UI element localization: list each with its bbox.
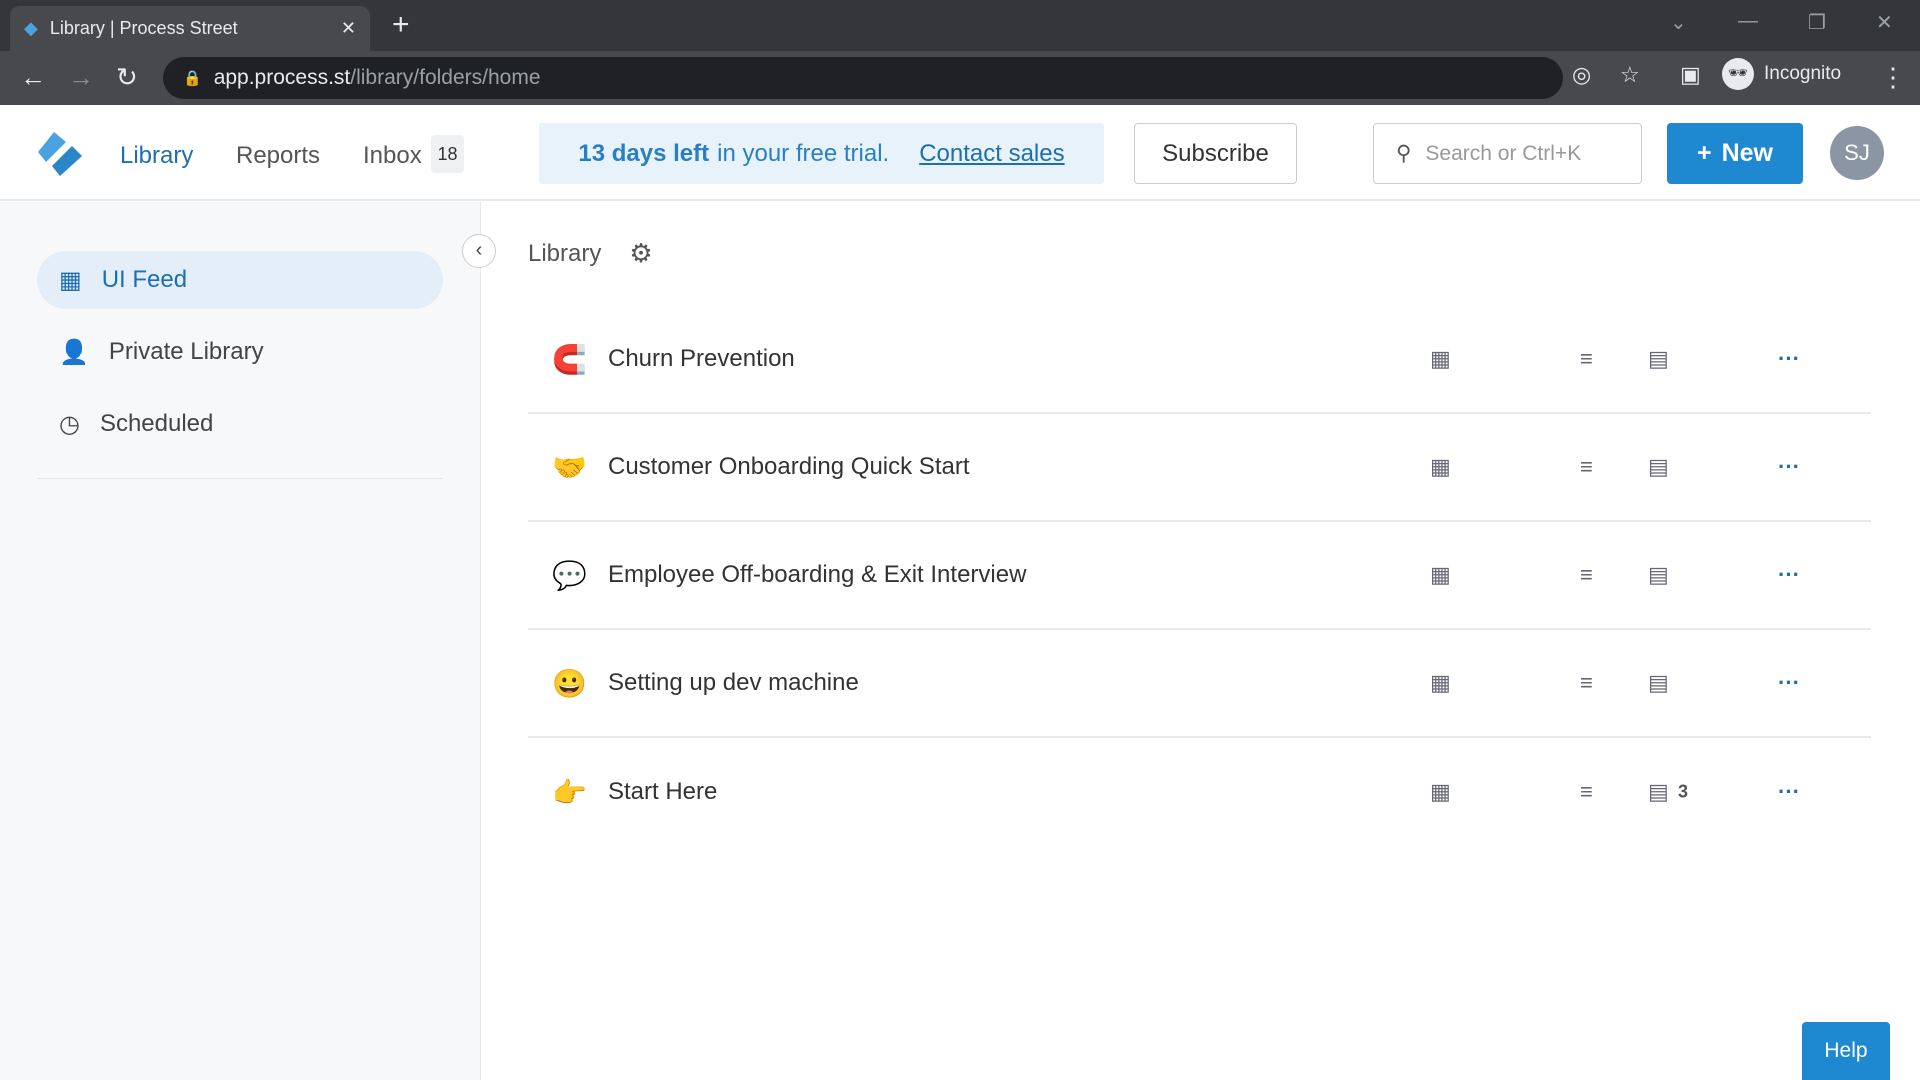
incognito-indicator[interactable]: 🕶 Incognito — [1722, 58, 1841, 90]
more-options-icon[interactable]: ··· — [1778, 670, 1800, 696]
nav-library[interactable]: Library — [120, 142, 193, 170]
close-window-button[interactable]: ✕ — [1876, 10, 1893, 35]
list-item[interactable]: 😀 Setting up dev machine ▦ ≡ ▤ ··· — [528, 630, 1871, 738]
page-title: Library — [528, 239, 602, 267]
table-icon[interactable]: ▤ — [1648, 346, 1669, 372]
star-icon[interactable]: ☆ — [1620, 62, 1640, 88]
more-options-icon[interactable]: ··· — [1778, 454, 1800, 480]
url-path: /library/folders/home — [350, 66, 541, 89]
eye-off-icon[interactable]: ◎ — [1572, 62, 1591, 88]
back-button[interactable]: ← — [20, 62, 46, 93]
list-item[interactable]: 👉 Start Here ▦ ≡ ▤ 3 ··· — [528, 738, 1871, 846]
list-item[interactable]: 🧲 Churn Prevention ▦ ≡ ▤ ··· — [528, 306, 1871, 414]
browser-tab[interactable]: ◆ Library | Process Street ✕ — [10, 6, 370, 51]
inbox-count-badge: 18 — [431, 135, 464, 173]
table-icon[interactable]: ▤ — [1648, 670, 1669, 696]
building-icon: ▦ — [59, 266, 82, 294]
sidebar-item-label: Private Library — [108, 338, 264, 365]
smiley-icon: 😀 — [552, 667, 587, 699]
clock-icon: ◷ — [59, 410, 80, 438]
list-item[interactable]: 🤝 Customer Onboarding Quick Start ▦ ≡ ▤ … — [528, 414, 1871, 522]
incognito-icon: 🕶 — [1722, 58, 1754, 90]
gear-icon[interactable]: ⚙ — [629, 238, 652, 269]
reports-icon[interactable]: ≡ — [1580, 779, 1593, 805]
profile-label: Incognito — [1764, 63, 1842, 84]
plus-icon: + — [1696, 139, 1712, 167]
tab-title: Library | Process Street — [49, 18, 238, 38]
list-item[interactable]: 💬 Employee Off-boarding & Exit Interview… — [528, 522, 1871, 630]
new-label: New — [1721, 139, 1773, 167]
speech-bubble-icon: 💬 — [552, 559, 587, 591]
reports-icon[interactable]: ≡ — [1580, 454, 1593, 480]
url-host: app.process.st — [213, 66, 351, 89]
tab-search-icon[interactable]: ⌄ — [1670, 10, 1687, 35]
url-field[interactable]: 🔒 app.process.st/library/folders/home — [163, 57, 1563, 99]
item-title[interactable]: Churn Prevention — [608, 345, 1871, 373]
process-street-favicon-icon: ◆ — [24, 18, 38, 38]
side-panel-icon[interactable]: ▣ — [1680, 62, 1701, 88]
reload-button[interactable]: ↻ — [116, 62, 138, 93]
table-icon[interactable]: ▤ — [1648, 562, 1669, 588]
reports-icon[interactable]: ≡ — [1580, 562, 1593, 588]
building-icon[interactable]: ▦ — [1430, 454, 1451, 480]
table-icon[interactable]: ▤ — [1648, 779, 1669, 805]
trial-banner: 13 days left in your free trial. Contact… — [539, 123, 1104, 184]
close-tab-icon[interactable]: ✕ — [341, 18, 356, 39]
item-title[interactable]: Customer Onboarding Quick Start — [608, 453, 1871, 481]
item-title[interactable]: Employee Off-boarding & Exit Interview — [608, 561, 1871, 589]
help-button[interactable]: Help — [1802, 1022, 1890, 1080]
forward-button[interactable]: → — [68, 62, 94, 93]
sidebar-item-scheduled[interactable]: ◷ Scheduled — [37, 395, 443, 453]
search-input[interactable]: ⚲ Search or Ctrl+K — [1373, 123, 1642, 184]
trial-days-left: 13 days left — [578, 139, 710, 167]
handshake-icon: 🤝 — [552, 451, 587, 483]
process-street-logo[interactable] — [34, 130, 84, 178]
reports-icon[interactable]: ≡ — [1580, 670, 1593, 696]
subscribe-button[interactable]: Subscribe — [1134, 123, 1297, 184]
building-icon[interactable]: ▦ — [1430, 562, 1451, 588]
sidebar-item-ui-feed[interactable]: ▦ UI Feed — [37, 251, 443, 309]
sidebar-item-private-library[interactable]: 👤 Private Library — [37, 323, 443, 381]
magnet-icon: 🧲 — [552, 343, 587, 375]
trial-text: in your free trial. — [717, 139, 890, 167]
nav-reports[interactable]: Reports — [236, 142, 320, 170]
more-options-icon[interactable]: ··· — [1778, 779, 1800, 805]
pointing-hand-icon: 👉 — [552, 776, 587, 808]
user-lock-icon: 👤 — [59, 338, 89, 366]
building-icon[interactable]: ▦ — [1430, 346, 1451, 372]
restore-button[interactable]: ❐ — [1808, 10, 1826, 35]
run-count: 3 — [1678, 781, 1689, 802]
building-icon[interactable]: ▦ — [1430, 779, 1451, 805]
more-options-icon[interactable]: ··· — [1778, 346, 1800, 372]
browser-menu-icon[interactable]: ⋮ — [1880, 62, 1906, 93]
collapse-sidebar-button[interactable]: ‹ — [462, 234, 496, 268]
avatar[interactable]: SJ — [1830, 126, 1884, 180]
lock-icon: 🔒 — [183, 70, 202, 87]
sidebar-item-label: Scheduled — [99, 410, 214, 437]
search-icon: ⚲ — [1396, 142, 1412, 165]
sidebar-divider — [37, 478, 443, 479]
sidebar-item-label: UI Feed — [101, 266, 188, 293]
new-button[interactable]: + New — [1667, 123, 1803, 184]
search-placeholder: Search or Ctrl+K — [1425, 141, 1582, 165]
minimize-button[interactable]: — — [1738, 10, 1758, 33]
item-title[interactable]: Setting up dev machine — [608, 669, 1871, 697]
contact-sales-link[interactable]: Contact sales — [919, 140, 1064, 168]
reports-icon[interactable]: ≡ — [1580, 346, 1593, 372]
nav-inbox[interactable]: Inbox — [363, 142, 422, 170]
table-icon[interactable]: ▤ — [1648, 454, 1669, 480]
breadcrumb: Library ⚙ — [528, 238, 653, 269]
new-tab-button[interactable]: + — [392, 8, 410, 42]
building-icon[interactable]: ▦ — [1430, 670, 1451, 696]
more-options-icon[interactable]: ··· — [1778, 562, 1800, 588]
